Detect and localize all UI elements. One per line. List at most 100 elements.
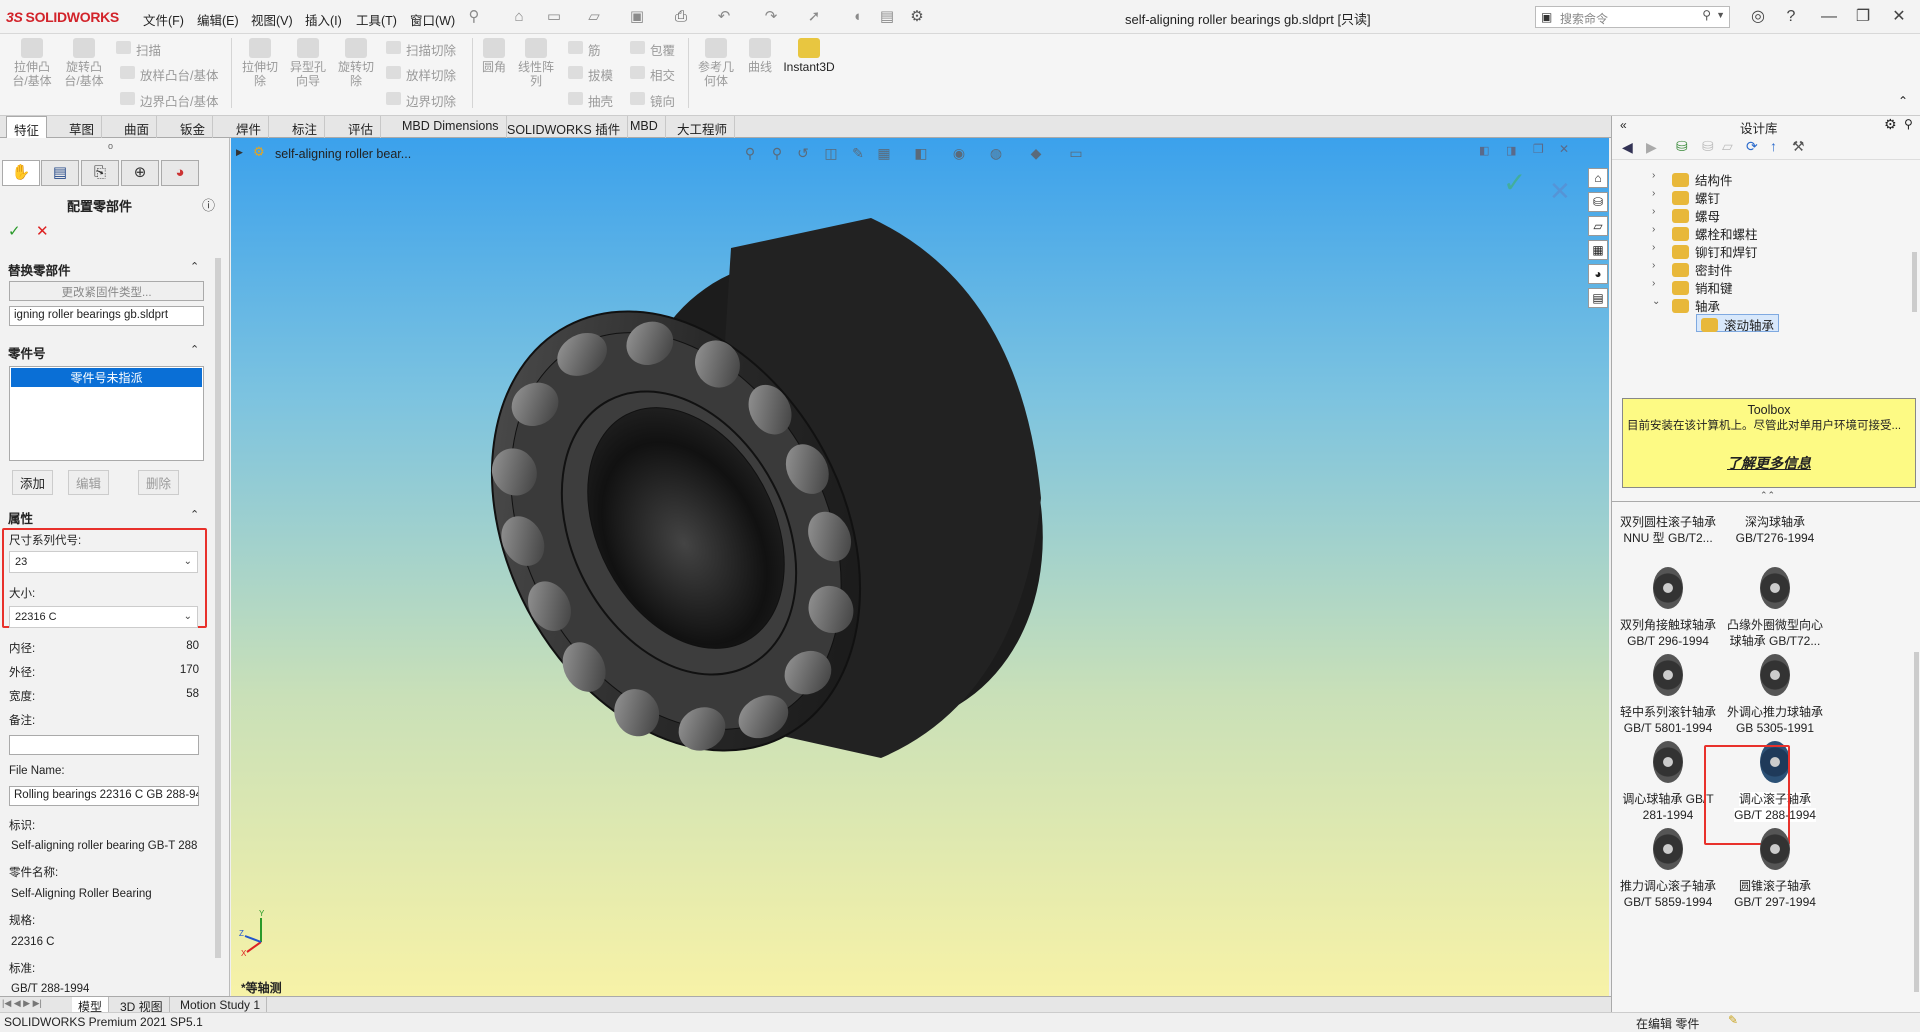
tab-evaluate[interactable]: 评估	[341, 116, 382, 138]
rib-button[interactable]: 筋	[566, 40, 601, 59]
tree-item-rolling-bearings[interactable]: 滚动轴承	[1696, 314, 1780, 333]
mirror-button[interactable]: 镜向	[628, 91, 675, 110]
tree-item-screws[interactable]: › 螺钉	[1652, 188, 1720, 206]
reference-geometry-button[interactable]: 参考几 何体	[692, 38, 740, 88]
tab-sketch[interactable]: 草图	[62, 116, 103, 138]
help-icon[interactable]: ?	[1778, 6, 1804, 28]
extrude-cut-button[interactable]: 拉伸切 除	[236, 38, 284, 88]
refresh-icon[interactable]: ⟳	[1746, 138, 1758, 155]
tab-engineer[interactable]: 大工程师	[670, 116, 736, 138]
tab-motion-study[interactable]: Motion Study 1	[174, 997, 268, 1013]
rebuild-status-icon[interactable]: ✎	[1728, 1013, 1738, 1027]
props-section-header[interactable]: 属性	[8, 508, 33, 527]
scrollbar[interactable]	[215, 258, 221, 958]
appearances-icon[interactable]: ◕	[1588, 264, 1608, 284]
up-one-level-icon[interactable]: ↑	[1770, 138, 1777, 154]
file-name-input[interactable]: Rolling bearings 22316 C GB 288-94	[9, 786, 199, 806]
tab-scroll-icon[interactable]: |◀ ◀ ▶ ▶|	[2, 998, 42, 1009]
magnifier-icon[interactable]: ⚲	[1702, 8, 1711, 22]
tree-item-seals[interactable]: › 密封件	[1652, 260, 1733, 278]
collapse-chevron-icon[interactable]: ⌃	[190, 343, 199, 356]
shell-button[interactable]: 抽壳	[566, 91, 613, 110]
boundary-cut-button[interactable]: 边界切除	[384, 91, 456, 110]
dropdown-icon[interactable]: ▼	[1716, 10, 1725, 20]
tab-mbd-dimensions[interactable]: MBD Dimensions	[395, 116, 507, 138]
print-icon[interactable]: ⎙	[672, 8, 690, 26]
draft-button[interactable]: 拔模	[566, 65, 613, 84]
new-file-icon[interactable]: ▭	[545, 8, 563, 26]
resources-home-icon[interactable]: ⌂	[1588, 168, 1608, 188]
scrollbar[interactable]	[1912, 252, 1917, 312]
library-item[interactable]: 双列角接触球轴承 GB/T 296-1994	[1618, 567, 1718, 649]
scrollbar[interactable]	[1914, 652, 1919, 992]
open-file-icon[interactable]: ▱	[585, 8, 603, 26]
pin-icon[interactable]: ⚲	[1904, 117, 1913, 131]
account-icon[interactable]: ◎	[1745, 6, 1771, 28]
cancel-x-icon[interactable]: ✕	[36, 222, 49, 240]
tree-item-structural[interactable]: › 结构件	[1652, 170, 1733, 188]
design-library-icon[interactable]: ⛁	[1588, 192, 1608, 212]
tab-weldments[interactable]: 焊件	[229, 116, 270, 138]
partno-section-header[interactable]: 零件号	[8, 343, 46, 362]
library-item[interactable]: 凸缘外圈微型向心球轴承 GB/T72...	[1725, 567, 1825, 649]
menu-view[interactable]: 视图(V)	[251, 10, 293, 29]
tab-annotations[interactable]: 标注	[285, 116, 326, 138]
replace-section-header[interactable]: 替换零部件	[8, 260, 71, 279]
tab-3d-views[interactable]: 3D 视图	[114, 997, 170, 1014]
help-icon[interactable]: ⓘ	[202, 195, 215, 214]
sweep-button[interactable]: 扫描	[114, 40, 161, 59]
wrap-button[interactable]: 包覆	[628, 40, 675, 59]
menu-window[interactable]: 窗口(W)	[410, 10, 455, 29]
collapse-panel-icon[interactable]: «	[1620, 118, 1627, 132]
graphics-area[interactable]: ▶ ⚙ self-aligning roller bear... ⚲ ⚲ ↺ ◫…	[231, 138, 1609, 996]
library-item[interactable]: 外调心推力球轴承 GB 5305-1991	[1725, 654, 1825, 736]
create-folder-icon[interactable]: ▱	[1722, 138, 1733, 155]
tab-features[interactable]: 特征	[6, 116, 48, 138]
partno-list-item[interactable]: 零件号未指派	[11, 368, 202, 387]
custom-properties-icon[interactable]: ▤	[1588, 288, 1608, 308]
display-manager-icon[interactable]: ◕	[161, 160, 199, 186]
view-palette-icon[interactable]: ▦	[1588, 240, 1608, 260]
ok-check-icon[interactable]: ✓	[8, 222, 21, 240]
library-item[interactable]: 深沟球轴承 GB/T276-1994	[1725, 514, 1825, 546]
rebuild-icon[interactable]: ◖	[848, 8, 866, 26]
boundary-button[interactable]: 边界凸台/基体	[118, 91, 218, 110]
library-item[interactable]: 双列圆柱滚子轴承 NNU 型 GB/T2...	[1618, 514, 1718, 546]
tab-surfaces[interactable]: 曲面	[117, 116, 158, 138]
pin-icon[interactable]: ⚲	[465, 8, 483, 26]
size-select[interactable]: 22316 C ⌄	[9, 606, 198, 628]
undo-icon[interactable]: ↶	[715, 8, 733, 26]
file-explorer-icon[interactable]: ▱	[1588, 216, 1608, 236]
add-file-location-icon[interactable]: ⛁	[1676, 138, 1688, 155]
menu-file[interactable]: 文件(F)	[143, 10, 184, 29]
dimxpert-icon[interactable]: ⊕	[121, 160, 159, 186]
settings-gear-icon[interactable]: ⚙	[1884, 116, 1897, 133]
instant3d-button[interactable]: Instant3D	[780, 38, 838, 74]
tab-sheet-metal[interactable]: 钣金	[173, 116, 214, 138]
add-to-library-icon[interactable]: ⛁	[1702, 138, 1714, 155]
library-item[interactable]: 圆锥滚子轴承 GB/T 297-1994	[1725, 828, 1825, 910]
save-icon[interactable]: ▣	[628, 8, 646, 26]
add-button[interactable]: 添加	[12, 470, 54, 495]
curves-button[interactable]: 曲线	[740, 38, 780, 74]
learn-more-link[interactable]: 了解更多信息	[1623, 453, 1915, 473]
library-item[interactable]: 调心球轴承 GB/T 281-1994	[1618, 741, 1718, 823]
minimize-icon[interactable]: —	[1816, 6, 1842, 28]
property-manager-icon[interactable]: ▤	[41, 160, 79, 186]
edit-button[interactable]: 编辑	[68, 470, 110, 495]
tree-item-bearings[interactable]: ⌄ 轴承	[1652, 296, 1720, 314]
panel-grip[interactable]: o	[108, 141, 113, 151]
tab-mbd[interactable]: MBD	[623, 116, 666, 138]
collapse-ribbon-icon[interactable]: ⌃	[1898, 94, 1908, 108]
configuration-manager-icon[interactable]: ⎘	[81, 160, 119, 186]
collapse-chevron-icon[interactable]: ⌃	[190, 508, 199, 521]
back-icon[interactable]: ◀	[1622, 139, 1633, 156]
tree-item-pins-keys[interactable]: › 销和键	[1652, 278, 1733, 296]
menu-tools[interactable]: 工具(T)	[356, 10, 397, 29]
tab-solidworks-addins[interactable]: SOLIDWORKS 插件	[500, 116, 629, 138]
extrude-boss-button[interactable]: 拉伸凸 台/基体	[8, 38, 56, 88]
select-icon[interactable]: ➚	[805, 8, 823, 26]
file-props-icon[interactable]: ▤	[878, 8, 896, 26]
menu-edit[interactable]: 编辑(E)	[197, 10, 239, 29]
menu-insert[interactable]: 插入(I)	[305, 10, 342, 29]
